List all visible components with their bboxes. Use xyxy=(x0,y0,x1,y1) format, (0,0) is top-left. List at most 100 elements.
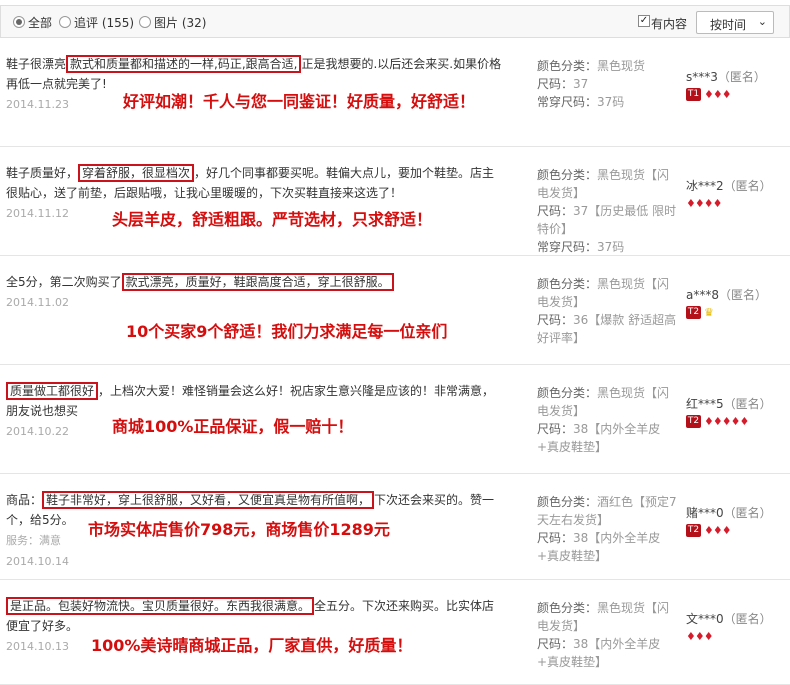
sku-info: 颜色分类：黑色现货【闪电发货】 尺码：38【内外全羊皮+真皮鞋垫】 xyxy=(537,384,677,456)
sku-info: 颜色分类：黑色现货【闪电发货】 尺码：38【内外全羊皮+真皮鞋垫】 xyxy=(537,599,677,671)
reviewer-name: 文***0 xyxy=(686,612,724,626)
sku-key: 尺码： xyxy=(537,531,574,545)
sku-info: 颜色分类：黑色现货【闪电发货】 尺码：37【历史最低 限时特价】 常穿尺码：37码 xyxy=(537,166,677,256)
review-date: 2014.11.23 xyxy=(6,98,69,111)
radio-icon[interactable] xyxy=(13,16,25,28)
sku-key: 颜色分类： xyxy=(537,59,598,73)
sku-line: 颜色分类：黑色现货【闪电发货】 xyxy=(537,275,677,311)
sort-label: 按时间 xyxy=(710,18,747,32)
review-service: 服务：满意 xyxy=(6,534,61,547)
radio-icon[interactable] xyxy=(139,16,151,28)
reviewer-anon: （匿名） xyxy=(723,179,772,193)
sku-value: 37码 xyxy=(597,95,625,109)
review-content: 全5分，第二次购买了 款式漂亮，质量好，鞋跟高度合适，穿上很舒服。 2014.11.… xyxy=(6,272,506,313)
sku-key: 尺码： xyxy=(537,313,574,327)
review-highlight: 是正品。包装好物流快。宝贝质量很好。东西我很满意。 xyxy=(6,597,315,615)
reviewer-anon: （匿名） xyxy=(717,70,766,84)
sku-line: 颜色分类：黑色现货【闪电发货】 xyxy=(537,166,677,202)
filter-images[interactable]: 图片 (32) xyxy=(139,14,206,31)
sku-line: 尺码：38【内外全羊皮+真皮鞋垫】 xyxy=(537,529,677,565)
promo-text: 10个买家9个舒适！我们力求满足每一位亲们 xyxy=(126,322,448,341)
rank-icon: ♦♦♦ xyxy=(704,524,732,537)
reviewer-name: 赌***0 xyxy=(686,506,724,520)
rank-icon: ♦♦♦♦ xyxy=(686,197,722,210)
sku-key: 颜色分类： xyxy=(537,495,598,509)
review-highlight: 款式漂亮，质量好，鞋跟高度合适，穿上很舒服。 xyxy=(121,273,394,291)
review-row: 商品： 鞋子非常好，穿上很舒服，又好看，又便宜真是物有所值啊， 下次还会来买的。赞一… xyxy=(0,473,790,580)
filter-bar: 全部 追评 (155) 图片 (32) ✓ 有内容 按时间 ⌄ xyxy=(0,5,790,38)
sku-key: 颜色分类： xyxy=(537,168,598,182)
reviewer-anon: （匿名） xyxy=(723,397,772,411)
review-text-pre: 商品： xyxy=(6,493,43,507)
review-highlight: 鞋子非常好，穿上很舒服，又好看，又便宜真是物有所值啊， xyxy=(42,491,375,509)
sku-line: 常穿尺码：37码 xyxy=(537,93,677,111)
reviewer-badges: T2 ♦♦♦♦♦ xyxy=(686,414,749,428)
sku-line: 颜色分类：酒红色【预定7天左右发货】 xyxy=(537,493,677,529)
sku-info: 颜色分类：黑色现货 尺码：37 常穿尺码：37码 xyxy=(537,57,677,111)
reviewer-anon: （匿名） xyxy=(723,612,772,626)
filter-all-label: 全部 xyxy=(28,16,53,30)
sku-key: 尺码： xyxy=(537,77,574,91)
promo-text: 商城100%正品保证，假一赔十！ xyxy=(112,417,354,436)
sku-key: 颜色分类： xyxy=(537,277,598,291)
sku-line: 尺码：38【内外全羊皮+真皮鞋垫】 xyxy=(537,635,677,671)
sku-line: 尺码：38【内外全羊皮+真皮鞋垫】 xyxy=(537,420,677,456)
reviewer: 红***5（匿名） xyxy=(686,395,772,412)
promo-text: 市场实体店售价798元，商场售价1289元 xyxy=(88,520,390,539)
reviewer-name: s***3 xyxy=(686,70,718,84)
reviewer: 文***0（匿名） xyxy=(686,610,772,627)
sku-key: 尺码： xyxy=(537,637,574,651)
filter-all[interactable]: 全部 xyxy=(13,14,52,31)
review-date: 2014.11.12 xyxy=(6,207,69,220)
reviewer-name: 冰***2 xyxy=(686,179,724,193)
review-date: 2014.11.02 xyxy=(6,296,69,309)
rank-icon: ♛ xyxy=(704,306,714,319)
radio-icon[interactable] xyxy=(59,16,71,28)
level-badge: T2 xyxy=(686,306,701,319)
review-date: 2014.10.22 xyxy=(6,425,69,438)
rank-icon: ♦♦♦ xyxy=(704,88,732,101)
sku-info: 颜色分类：酒红色【预定7天左右发货】 尺码：38【内外全羊皮+真皮鞋垫】 xyxy=(537,493,677,565)
filter-append-label: 追评 (155) xyxy=(74,16,135,30)
has-content-checkbox[interactable]: ✓ xyxy=(638,15,650,27)
filter-images-label: 图片 (32) xyxy=(154,16,207,30)
sku-line: 尺码：37【历史最低 限时特价】 xyxy=(537,202,677,238)
reviewer-name: a***8 xyxy=(686,288,719,302)
reviewer: a***8（匿名） xyxy=(686,286,767,303)
sort-dropdown[interactable]: 按时间 ⌄ xyxy=(696,11,774,34)
sku-key: 颜色分类： xyxy=(537,601,598,615)
review-highlight: 穿着舒服，很显档次 xyxy=(78,164,195,182)
review-row: 是正品。包装好物流快。宝贝质量很好。东西我很满意。 全五分。下次还来购买。比实体店… xyxy=(0,579,790,685)
reviewer-badges: T1 ♦♦♦ xyxy=(686,87,732,101)
review-row: 质量做工都很好 ，上档次大爱！难怪销量会这么好！祝店家生意兴隆是应该的！非常满意，… xyxy=(0,364,790,474)
review-date: 2014.10.14 xyxy=(6,555,69,568)
sku-key: 尺码： xyxy=(537,204,574,218)
rank-icon: ♦♦♦♦♦ xyxy=(704,415,749,428)
sku-line: 常穿尺码：37码 xyxy=(537,238,677,256)
sku-key: 尺码： xyxy=(537,422,574,436)
review-text-pre: 全5分，第二次购买了 xyxy=(6,275,122,289)
review-text-pre: 鞋子质量好， xyxy=(6,166,79,180)
review-highlight: 质量做工都很好 xyxy=(6,382,99,400)
promo-text: 100%美诗晴商城正品，厂家直供，好质量！ xyxy=(91,636,413,655)
reviewer-badges: T2 ♛ xyxy=(686,305,714,319)
rank-icon: ♦♦♦ xyxy=(686,630,714,643)
sku-line: 尺码：36【爆款 舒适超高好评率】 xyxy=(537,311,677,347)
sku-value: 37 xyxy=(573,77,589,91)
reviewer-badges: T2 ♦♦♦ xyxy=(686,523,732,537)
reviewer: s***3（匿名） xyxy=(686,68,766,85)
sku-key: 常穿尺码： xyxy=(537,95,598,109)
sku-value: 黑色现货 xyxy=(597,59,646,73)
review-highlight: 款式和质量都和描述的一样,码正,跟高合适, xyxy=(66,55,302,73)
sku-key: 常穿尺码： xyxy=(537,240,598,254)
reviewer-anon: （匿名） xyxy=(719,288,768,302)
filter-append[interactable]: 追评 (155) xyxy=(59,14,134,31)
sku-info: 颜色分类：黑色现货【闪电发货】 尺码：36【爆款 舒适超高好评率】 xyxy=(537,275,677,347)
sku-line: 颜色分类：黑色现货【闪电发货】 xyxy=(537,599,677,635)
review-row: 鞋子很漂亮 款式和质量都和描述的一样,码正,跟高合适, 正是我想要的.以后还会来买.… xyxy=(0,37,790,147)
sku-line: 尺码：37 xyxy=(537,75,677,93)
sku-value: 37码 xyxy=(597,240,625,254)
has-content-label: 有内容 xyxy=(651,17,688,31)
promo-text: 头层羊皮，舒适粗跟。严苛选材，只求舒适！ xyxy=(112,210,433,229)
level-badge: T1 xyxy=(686,88,701,101)
